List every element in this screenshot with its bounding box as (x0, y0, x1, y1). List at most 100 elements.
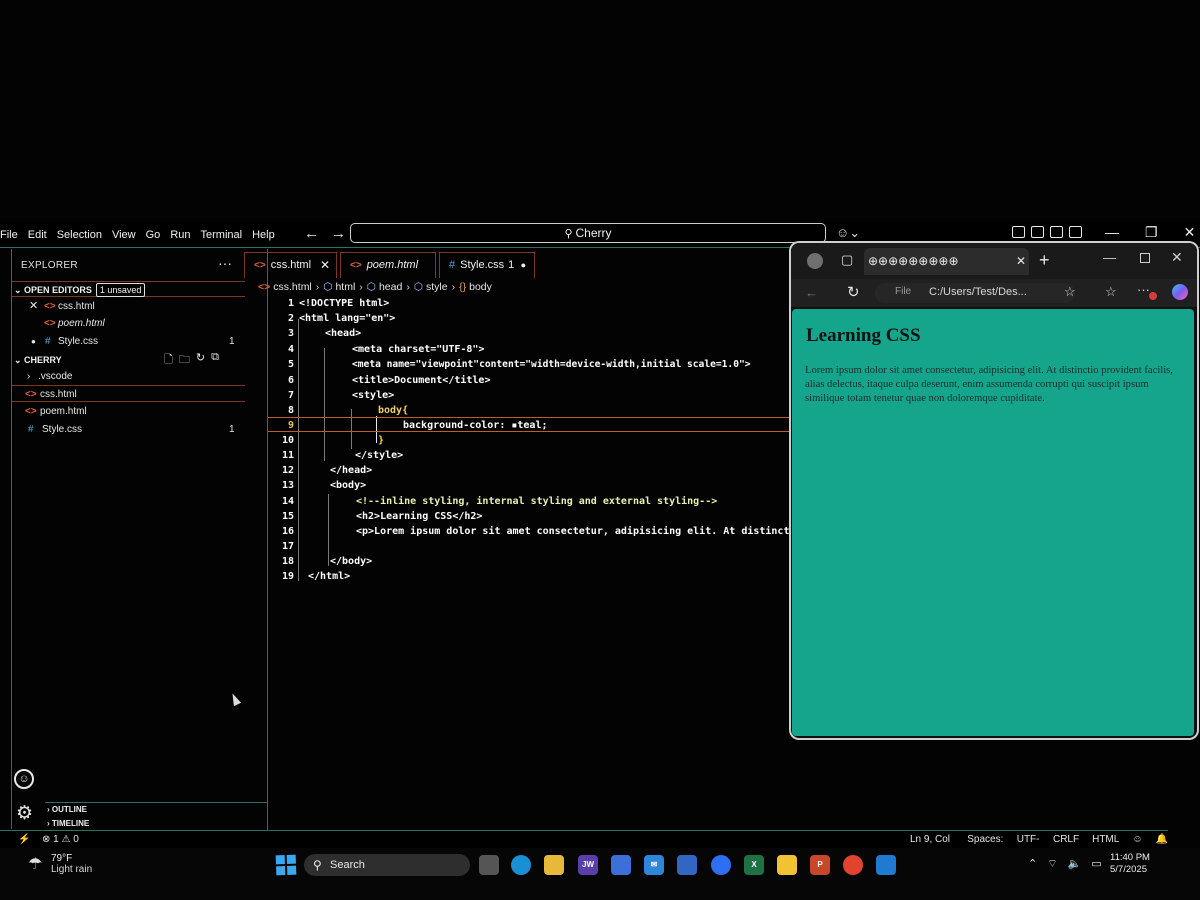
mail-icon[interactable]: ✉ (644, 855, 664, 875)
command-center[interactable]: ⚲ Cherry (350, 223, 826, 243)
powerpoint-icon[interactable]: P (810, 855, 830, 875)
clock-time[interactable]: 11:40 PM (1110, 852, 1150, 863)
code-line: 6 <title>Document</title> (268, 373, 794, 388)
line-number: 11 (281, 450, 294, 461)
edge-icon[interactable] (511, 855, 531, 875)
code-text: <meta charset="UTF-8"> (352, 344, 485, 355)
breadcrumb-item[interactable]: head (379, 281, 402, 293)
toggle-panel-icon[interactable] (1050, 226, 1063, 238)
tree-item-css-html[interactable]: <> css.html (12, 385, 245, 402)
volume-icon[interactable]: 🔈 (1068, 857, 1082, 871)
task-view-icon[interactable] (479, 855, 499, 875)
line-number: 17 (281, 541, 294, 552)
menu-view[interactable]: View (112, 229, 142, 241)
unsaved-dot-icon[interactable]: ● (521, 253, 526, 277)
open-editor-item[interactable]: ✕ <> css.html (12, 298, 245, 315)
jw-icon[interactable]: JW (578, 855, 598, 875)
menu-selection[interactable]: Selection (57, 229, 108, 241)
open-editors-header[interactable]: ⌄ OPEN EDITORS 1 unsaved (12, 281, 245, 297)
code-line: 12 </head> (268, 463, 794, 478)
tab-poem-html[interactable]: <> poem.html (340, 252, 436, 278)
chevron-right-icon: › (27, 371, 31, 382)
toggle-secondary-sidebar-icon[interactable] (1069, 226, 1082, 238)
close-icon[interactable]: ✕ (1184, 224, 1196, 241)
breadcrumb-item[interactable]: body (469, 281, 492, 293)
clock-date[interactable]: 5/7/2025 (1110, 864, 1147, 875)
breadcrumb-item[interactable]: html (335, 281, 355, 293)
tab-css-html[interactable]: <> css.html ✕ (244, 252, 337, 278)
weather-temp[interactable]: 79°F (51, 853, 72, 864)
outline-section[interactable]: › OUTLINE (47, 803, 87, 817)
minimize-icon[interactable]: — (1103, 250, 1116, 265)
sticky-notes-icon[interactable] (777, 855, 797, 875)
calendar-icon[interactable] (677, 855, 697, 875)
store-icon[interactable] (611, 855, 631, 875)
vscode-icon[interactable] (876, 855, 896, 875)
open-editor-item[interactable]: <> poem.html (12, 315, 245, 332)
zoom-icon[interactable] (711, 855, 731, 875)
copilot-icon[interactable] (1172, 284, 1188, 300)
maximize-icon[interactable] (1140, 253, 1150, 263)
code-line: 17 (268, 539, 794, 554)
taskbar-search[interactable]: ⚲ Search (304, 854, 470, 876)
battery-icon[interactable]: ▭ (1091, 857, 1101, 871)
tree-item-style-css[interactable]: # Style.css 1 (12, 421, 245, 438)
toggle-sidebar-icon[interactable] (1031, 226, 1044, 238)
code-text: <!DOCTYPE html> (299, 298, 390, 309)
weather-desc[interactable]: Light rain (51, 864, 92, 875)
customize-layout-icon[interactable] (1012, 226, 1025, 238)
back-arrow-icon[interactable]: ← (304, 225, 319, 242)
menu-help[interactable]: Help (252, 229, 281, 241)
more-actions-icon[interactable]: ··· (218, 255, 232, 271)
problem-count: 1 (229, 424, 235, 435)
remote-icon[interactable]: ⚡ (18, 831, 30, 848)
reload-icon[interactable]: ↻ (847, 283, 860, 301)
menu-go[interactable]: Go (146, 229, 167, 241)
excel-icon[interactable]: X (744, 855, 764, 875)
address-bar[interactable]: File C:/Users/Test/Des... (875, 283, 1075, 303)
close-icon[interactable]: ✕ (1171, 249, 1183, 266)
browser-tab[interactable]: ⊕⊕⊕⊕⊕⊕⊕⊕⊕ (864, 248, 1029, 275)
weather-icon[interactable]: ☂ (28, 854, 42, 874)
file-label: css.html (58, 301, 95, 312)
minimize-icon[interactable]: — (1105, 224, 1119, 241)
problems-indicator[interactable]: ⊗ 1 ⚠ 0 (42, 831, 79, 848)
back-arrow-icon[interactable]: ← (805, 285, 818, 300)
menu-file[interactable]: File (0, 229, 24, 241)
tree-item-poem-html[interactable]: <> poem.html (12, 403, 245, 420)
copilot-icon[interactable]: ☺⌄ (836, 225, 860, 241)
chrome-icon[interactable] (843, 855, 863, 875)
wifi-icon[interactable]: ⌔ (1047, 857, 1057, 871)
favorites-icon[interactable]: ☆ (1105, 284, 1117, 300)
menu-run[interactable]: Run (170, 229, 196, 241)
open-editor-item[interactable]: ● # Style.css 1 (12, 333, 245, 350)
code-line: 10} (268, 433, 794, 448)
file-explorer-icon[interactable] (544, 855, 564, 875)
line-number: 9 (287, 420, 294, 431)
code-editor[interactable]: 1 <!DOCTYPE html> 2 <html lang="en"> 3 <hea… (268, 296, 794, 830)
menu-terminal[interactable]: Terminal (201, 229, 249, 241)
timeline-section[interactable]: › TIMELINE (47, 817, 89, 831)
profile-icon[interactable] (807, 253, 823, 269)
close-icon[interactable]: ✕ (29, 298, 38, 315)
breadcrumb-item[interactable]: style (426, 281, 448, 293)
line-number: 8 (287, 405, 294, 416)
line-number: 2 (287, 313, 294, 324)
tree-item-vscode[interactable]: › .vscode (12, 368, 245, 385)
tab-style-css[interactable]: # Style.css 1 ● (439, 252, 535, 278)
line-number: 12 (281, 465, 294, 476)
forward-arrow-icon[interactable]: → (331, 225, 346, 242)
menu-edit[interactable]: Edit (28, 229, 53, 241)
restore-icon[interactable]: ❐ (1145, 224, 1158, 241)
close-icon[interactable]: ✕ (1016, 254, 1026, 268)
start-button[interactable] (275, 854, 297, 876)
new-tab-icon[interactable]: + (1039, 250, 1050, 271)
breadcrumb-item[interactable]: css.html (273, 281, 312, 293)
chevron-up-icon[interactable]: ⌃ (1028, 857, 1037, 871)
star-icon[interactable]: ☆ (1064, 284, 1076, 300)
search-icon: ⚲ (313, 858, 322, 872)
close-icon[interactable]: ✕ (320, 253, 330, 277)
tab-label: css.html (270, 259, 312, 271)
tab-actions-icon[interactable]: ▢ (841, 252, 853, 268)
line-number: 7 (287, 390, 294, 401)
